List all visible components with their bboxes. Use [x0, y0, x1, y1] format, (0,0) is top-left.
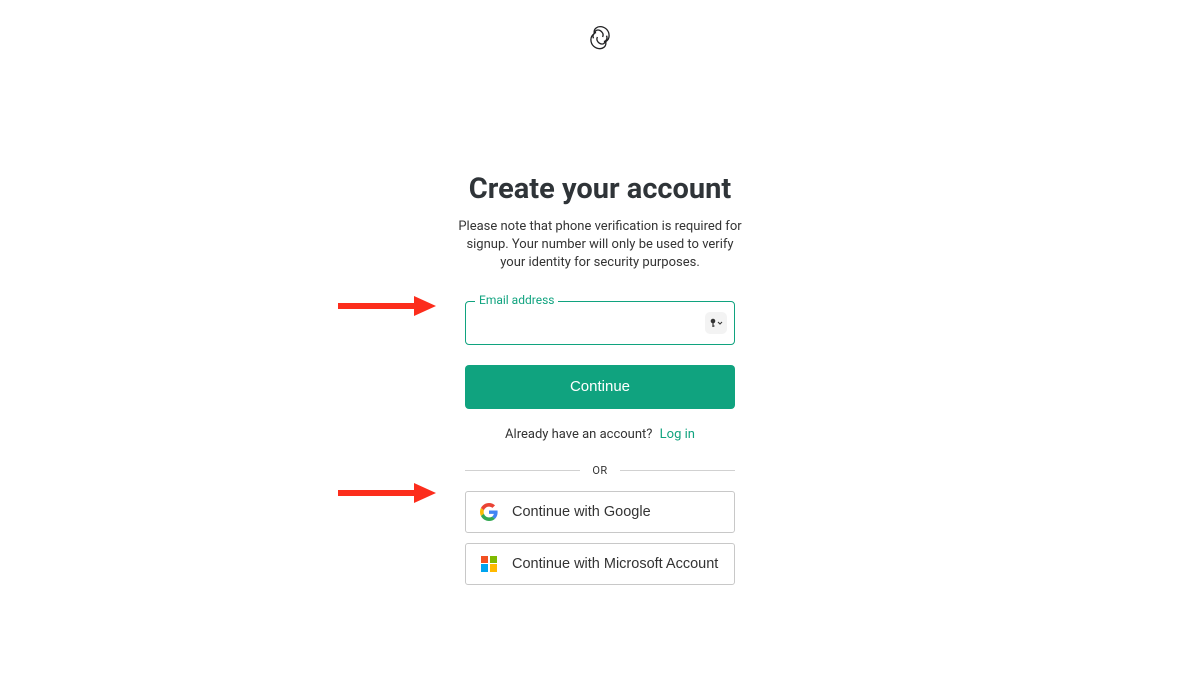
annotation-arrow-email [338, 298, 436, 314]
openai-logo [587, 24, 613, 50]
signup-form: Create your account Please note that pho… [435, 172, 765, 585]
microsoft-button-label: Continue with Microsoft Account [512, 556, 718, 572]
divider-or: OR [592, 464, 607, 477]
annotation-arrow-google [338, 485, 436, 501]
microsoft-icon [480, 555, 498, 573]
divider: OR [465, 464, 735, 477]
email-input[interactable] [465, 301, 735, 345]
google-button-label: Continue with Google [512, 504, 651, 520]
page-subtitle: Please note that phone verification is r… [435, 218, 765, 273]
continue-with-microsoft-button[interactable]: Continue with Microsoft Account [465, 543, 735, 585]
google-icon [480, 503, 498, 521]
email-label: Email address [475, 293, 558, 307]
login-link[interactable]: Log in [660, 427, 695, 442]
openai-logo-icon [587, 24, 613, 50]
continue-with-google-button[interactable]: Continue with Google [465, 491, 735, 533]
continue-button[interactable]: Continue [465, 365, 735, 409]
password-suggest-icon[interactable] [705, 312, 727, 334]
divider-line [620, 470, 735, 471]
existing-text: Already have an account? [505, 427, 652, 442]
key-icon [709, 317, 723, 329]
divider-line [465, 470, 580, 471]
existing-account-prompt: Already have an account? Log in [435, 427, 765, 442]
page-title: Create your account [435, 172, 765, 206]
email-field-wrap: Email address [465, 301, 735, 345]
